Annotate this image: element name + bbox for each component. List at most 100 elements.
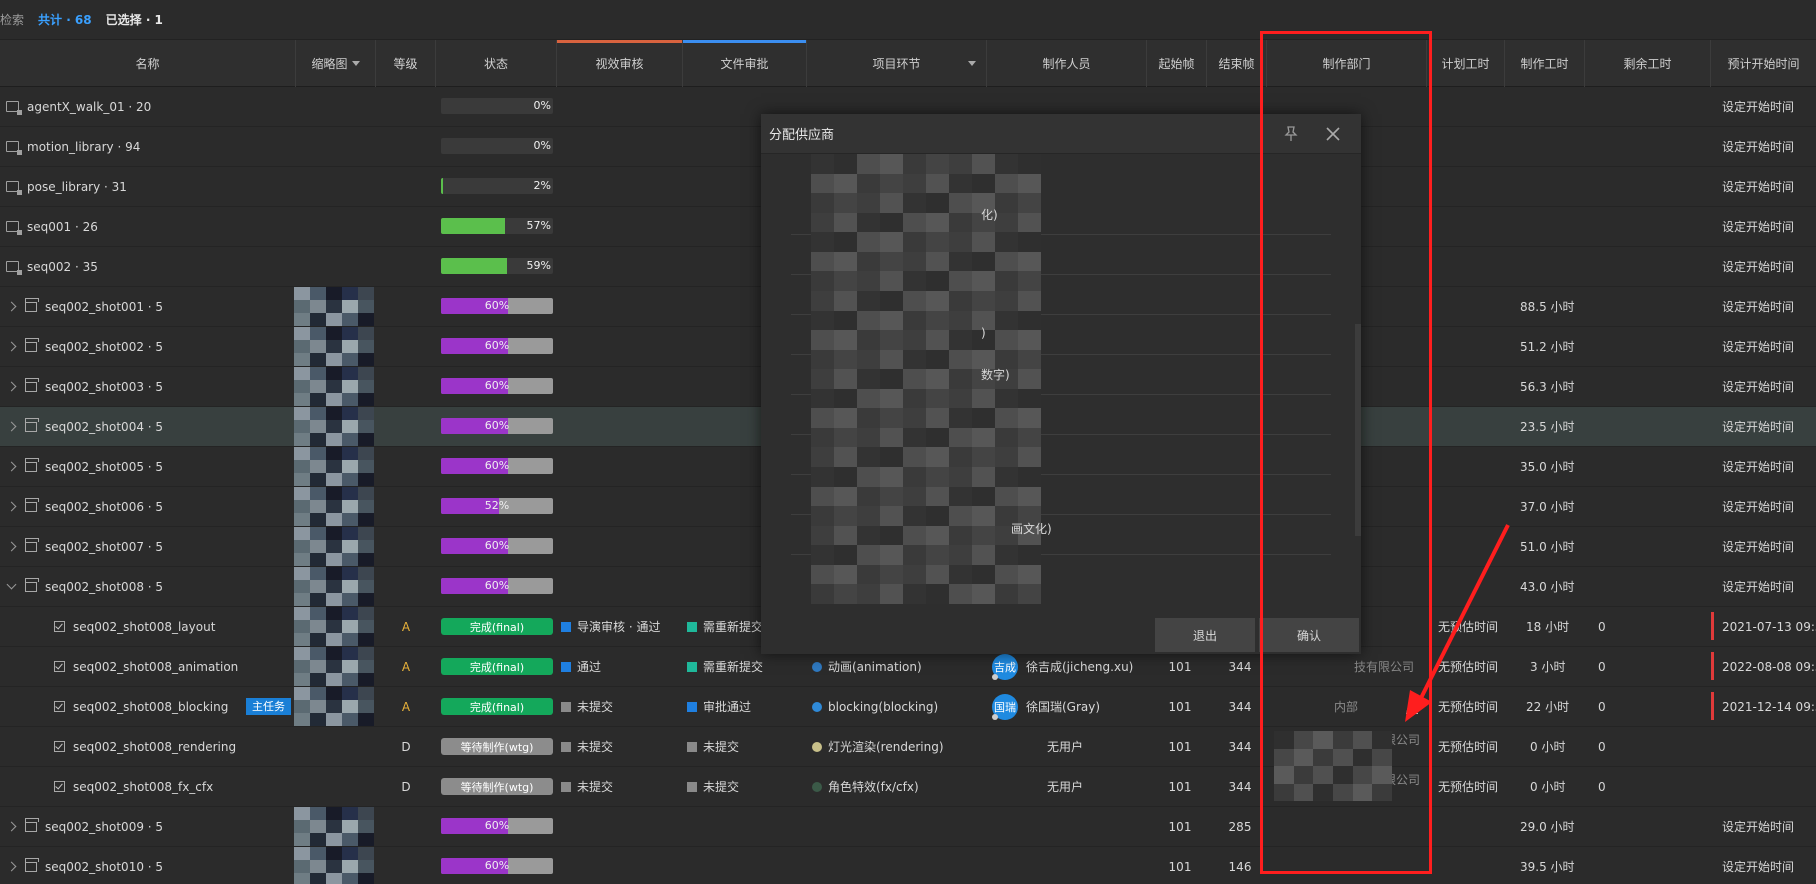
plan-time-cell[interactable]: 无预估时间 — [1438, 647, 1498, 686]
vendor-item[interactable]: ) — [981, 326, 986, 340]
row-name[interactable]: seq002_shot010 · 5 — [45, 860, 163, 874]
row-name[interactable]: seq002_shot008_animation — [73, 660, 238, 674]
row-name[interactable]: seq002_shot004 · 5 — [45, 420, 163, 434]
visual-review-cell[interactable]: 通过 — [561, 647, 601, 686]
thumbnail[interactable] — [294, 367, 374, 406]
plan-start-cell[interactable]: 设定开始时间 — [1722, 167, 1794, 206]
row-name[interactable]: seq002_shot008_fx_cfx — [73, 780, 213, 794]
row-name[interactable]: seq002_shot006 · 5 — [45, 500, 163, 514]
table-row-task[interactable]: seq002_shot008_rendering D 等待制作(wtg) 未提交… — [0, 727, 1816, 767]
thumbnail[interactable] — [294, 407, 374, 446]
row-name[interactable]: seq002_shot008_blocking — [73, 700, 228, 714]
plan-start-cell[interactable]: 设定开始时间 — [1722, 207, 1794, 246]
plan-time-cell[interactable]: 无预估时间 — [1438, 687, 1498, 726]
chevron-down-icon[interactable] — [6, 579, 17, 590]
chevron-right-icon[interactable] — [6, 501, 17, 512]
plan-start-cell[interactable]: 2022-08-08 09:30 — [1722, 647, 1816, 686]
row-name[interactable]: seq002_shot003 · 5 — [45, 380, 163, 394]
col-name[interactable]: 名称 — [0, 40, 296, 87]
step-cell[interactable]: blocking(blocking) — [812, 687, 938, 726]
visual-review-cell[interactable]: 导演审核 · 通过 — [561, 607, 660, 646]
col-end-frame[interactable]: 结束帧 — [1207, 40, 1267, 87]
chevron-right-icon[interactable] — [6, 341, 17, 352]
plan-start-cell[interactable]: 设定开始时间 — [1722, 87, 1794, 126]
col-plan-time[interactable]: 计划工时 — [1427, 40, 1505, 87]
row-name[interactable]: seq002_shot007 · 5 — [45, 540, 163, 554]
col-thumb[interactable]: 缩略图 — [296, 40, 376, 87]
plan-start-cell[interactable]: 设定开始时间 — [1722, 807, 1794, 846]
file-review-cell[interactable]: 未提交 — [687, 767, 739, 806]
plan-start-cell[interactable]: 设定开始时间 — [1722, 407, 1794, 446]
thumbnail[interactable] — [294, 807, 374, 846]
status-pill[interactable]: 等待制作(wtg) — [441, 738, 553, 755]
file-review-cell[interactable]: 未提交 — [687, 727, 739, 766]
thumbnail[interactable] — [294, 527, 374, 566]
department-cell[interactable]: 内部 — [1334, 687, 1358, 726]
chevron-right-icon[interactable] — [6, 421, 17, 432]
grade-cell[interactable]: A — [396, 607, 416, 646]
scrollbar[interactable] — [1355, 324, 1361, 536]
col-work-time[interactable]: 制作工时 — [1505, 40, 1585, 87]
table-row[interactable]: seq002_shot009 · 5 60% 101 285 29.0 小时 设… — [0, 807, 1816, 847]
table-row-task[interactable]: seq002_shot008_blocking 主任务 A 完成(final) … — [0, 687, 1816, 727]
col-visual-review[interactable]: 视效审核 — [557, 40, 683, 87]
row-name[interactable]: agentX_walk_01 · 20 — [27, 100, 151, 114]
thumbnail[interactable] — [294, 327, 374, 366]
row-name[interactable]: pose_library · 31 — [27, 180, 127, 194]
grade-cell[interactable]: D — [396, 727, 416, 766]
plan-start-cell[interactable]: 设定开始时间 — [1722, 567, 1794, 606]
grade-cell[interactable]: A — [396, 647, 416, 686]
file-review-cell[interactable]: 需重新提交 — [687, 647, 763, 686]
cancel-button[interactable]: 退出 — [1155, 618, 1255, 652]
col-department[interactable]: 制作部门 — [1267, 40, 1427, 87]
thumbnail[interactable] — [294, 447, 374, 486]
table-row-task[interactable]: seq002_shot008_fx_cfx D 等待制作(wtg) 未提交 未提… — [0, 767, 1816, 807]
thumbnail[interactable] — [294, 287, 374, 326]
plan-start-cell[interactable]: 设定开始时间 — [1722, 847, 1794, 884]
visual-review-cell[interactable]: 未提交 — [561, 727, 613, 766]
plan-start-cell[interactable]: 设定开始时间 — [1722, 367, 1794, 406]
chevron-right-icon[interactable] — [6, 301, 17, 312]
row-name[interactable]: seq002_shot002 · 5 — [45, 340, 163, 354]
artist-cell[interactable]: 无用户 — [1030, 727, 1100, 766]
col-remain-time[interactable]: 剩余工时 — [1585, 40, 1711, 87]
file-review-cell[interactable]: 审批通过 — [687, 687, 751, 726]
step-cell[interactable]: 角色特效(fx/cfx) — [812, 767, 919, 806]
grade-cell[interactable]: A — [396, 687, 416, 726]
thumbnail[interactable] — [294, 647, 374, 686]
plan-start-cell[interactable]: 设定开始时间 — [1722, 527, 1794, 566]
step-cell[interactable]: 灯光渲染(rendering) — [812, 727, 944, 766]
plan-start-cell[interactable]: 设定开始时间 — [1722, 247, 1794, 286]
chevron-right-icon[interactable] — [6, 381, 17, 392]
plan-start-cell[interactable]: 设定开始时间 — [1722, 487, 1794, 526]
chevron-down-icon[interactable] — [968, 61, 976, 66]
avatar[interactable]: 国瑞 — [992, 693, 1018, 720]
grade-cell[interactable]: D — [396, 767, 416, 806]
plan-start-cell[interactable]: 设定开始时间 — [1722, 287, 1794, 326]
col-file-review[interactable]: 文件审批 — [683, 40, 807, 87]
row-name[interactable]: seq002_shot008_layout — [73, 620, 215, 634]
artist-cell[interactable]: 国瑞 徐国瑞(Gray) — [992, 687, 1100, 726]
vendor-item[interactable]: 画文化) — [1011, 520, 1052, 537]
status-pill[interactable]: 完成(final) — [441, 618, 553, 635]
table-row[interactable]: seq002_shot010 · 5 60% 101 146 39.5 小时 设… — [0, 847, 1816, 884]
thumbnail[interactable] — [294, 607, 374, 646]
row-name[interactable]: seq002_shot008_rendering — [73, 740, 236, 754]
close-icon[interactable] — [1323, 124, 1343, 144]
row-name[interactable]: seq002 · 35 — [27, 260, 98, 274]
vendor-item[interactable]: 化) — [981, 206, 998, 223]
artist-cell[interactable]: 无用户 — [1030, 767, 1100, 806]
row-name[interactable]: seq002_shot009 · 5 — [45, 820, 163, 834]
vendor-item[interactable]: 数字) — [981, 366, 1010, 383]
status-pill[interactable]: 等待制作(wtg) — [441, 778, 553, 795]
plan-start-cell[interactable]: 2021-12-14 09:30 — [1722, 687, 1816, 726]
search-label[interactable]: 检索 — [0, 11, 24, 28]
row-name[interactable]: seq002_shot001 · 5 — [45, 300, 163, 314]
thumbnail[interactable] — [294, 847, 374, 884]
chevron-right-icon[interactable] — [6, 541, 17, 552]
visual-review-cell[interactable]: 未提交 — [561, 687, 613, 726]
plan-start-cell[interactable]: 设定开始时间 — [1722, 127, 1794, 166]
vendor-list[interactable]: 化) ) 数字) 画文化) — [761, 154, 1361, 604]
col-grade[interactable]: 等级 — [376, 40, 436, 87]
avatar[interactable]: 吉成 — [992, 653, 1018, 680]
